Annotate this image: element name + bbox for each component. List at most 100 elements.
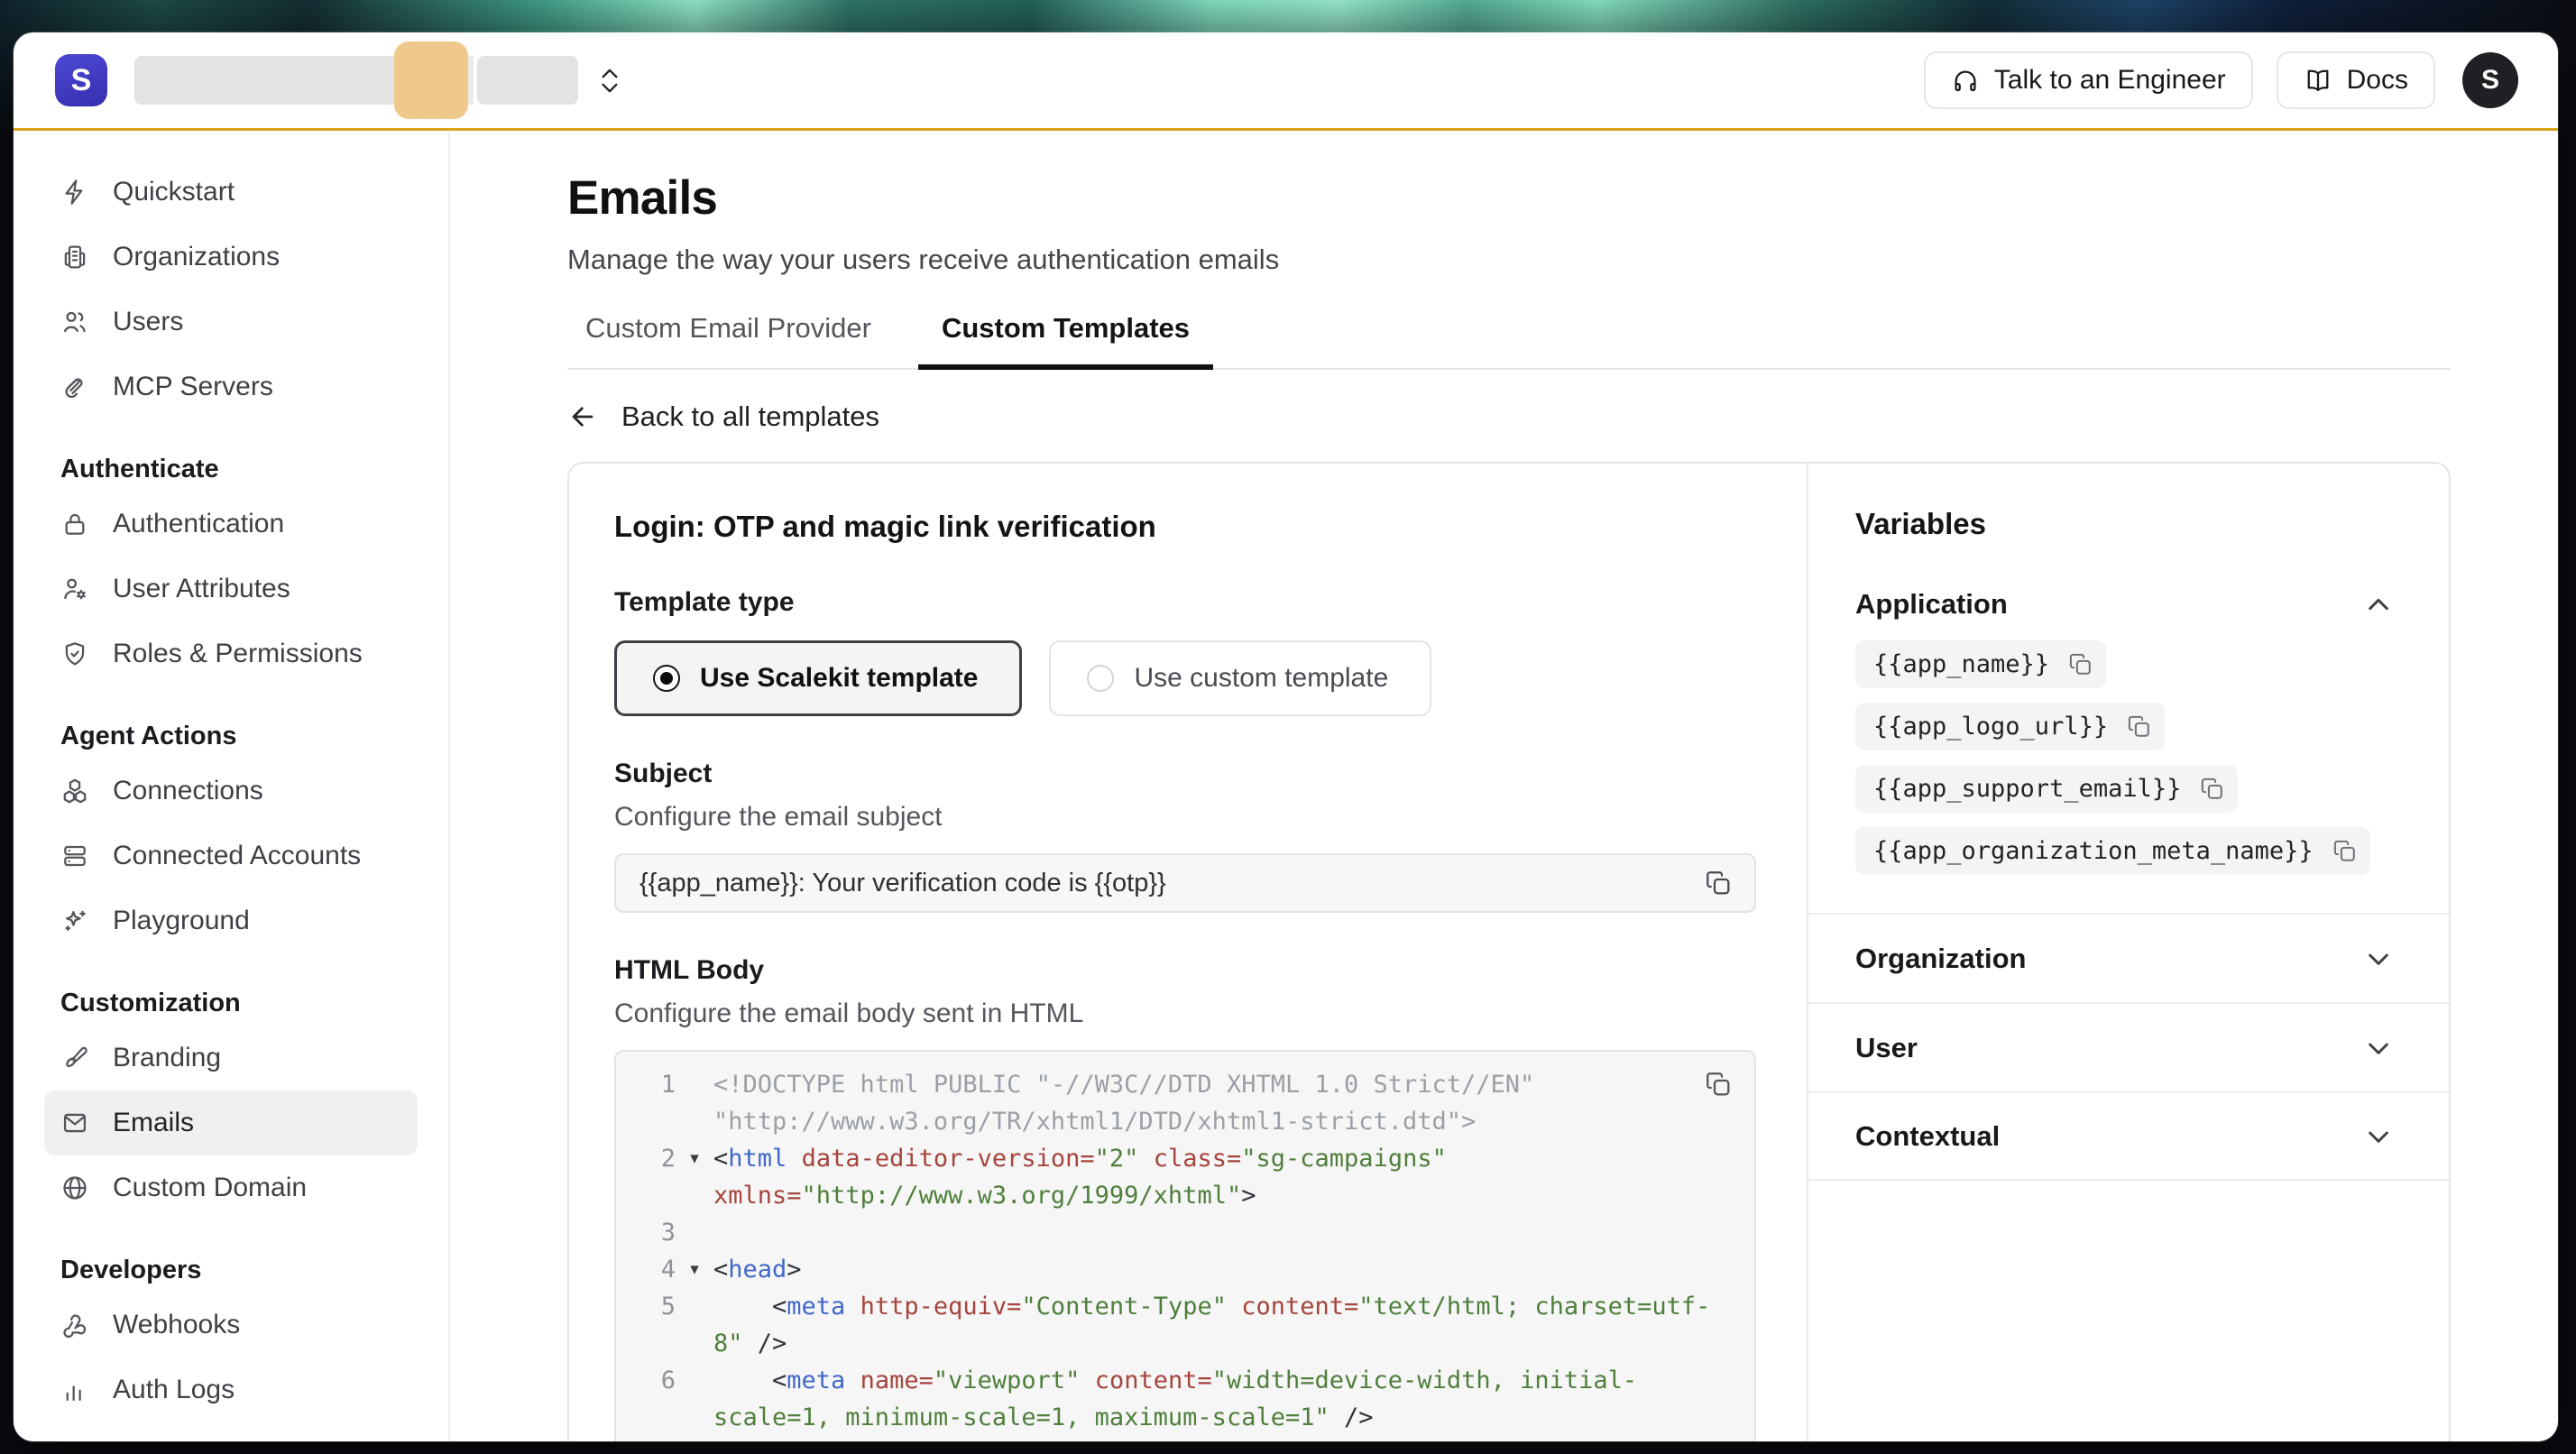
redacted-workspace-text [477, 56, 578, 105]
copy-variable-button[interactable] [2199, 776, 2225, 802]
sidebar-item-label: Connected Accounts [113, 841, 361, 871]
option-use-scalekit-template[interactable]: Use Scalekit template [614, 640, 1022, 716]
book-open-icon [2304, 66, 2332, 95]
code-text: "http://www.w3.org/TR/xhtml1/DTD/xhtml1-… [713, 1103, 1476, 1140]
copy-variable-button[interactable] [2126, 713, 2152, 740]
variable-text: {{app_support_email}} [1873, 775, 2181, 803]
sidebar-item-branding[interactable]: Branding [44, 1026, 418, 1090]
sidebar-item-mcp-servers[interactable]: MCP Servers [44, 354, 418, 419]
line-number [616, 1325, 676, 1362]
sidebar-item-custom-domain[interactable]: Custom Domain [44, 1155, 418, 1220]
sidebar-item-label: Organizations [113, 242, 280, 272]
code-line: 8" /> [616, 1325, 1754, 1362]
sidebar-item-emails[interactable]: Emails [44, 1090, 418, 1155]
sliders-icon [60, 1440, 89, 1441]
paintbrush-icon [60, 1044, 89, 1072]
sidebar-item-user-attributes[interactable]: User Attributes [44, 557, 418, 621]
tab-custom-templates[interactable]: Custom Templates [918, 312, 1213, 368]
sidebar-item-label: Quickstart [113, 177, 235, 207]
sidebar-item-organizations[interactable]: Organizations [44, 225, 418, 290]
variables-group-contextual[interactable]: Contextual [1808, 1091, 2449, 1181]
sidebar-item-connected-accounts[interactable]: Connected Accounts [44, 824, 418, 888]
docs-button[interactable]: Docs [2277, 51, 2435, 109]
lock-icon [60, 510, 89, 538]
sidebar-item-connections[interactable]: Connections [44, 759, 418, 824]
zap-icon [60, 178, 89, 207]
code-line: 5 <meta http-equiv="Content-Type" conten… [616, 1288, 1754, 1325]
sidebar-item-settings[interactable]: Settings [44, 1422, 418, 1441]
fold-marker-icon[interactable]: ▾ [676, 1251, 713, 1288]
group-label: Application [1855, 588, 2008, 621]
back-to-templates-link[interactable]: Back to all templates [567, 400, 2558, 433]
talk-to-engineer-label: Talk to an Engineer [1994, 65, 2226, 96]
template-form: Login: OTP and magic link verification T… [569, 464, 1807, 1441]
sidebar-item-webhooks[interactable]: Webhooks [44, 1293, 418, 1357]
sidebar-section-authenticate: Authenticate [14, 446, 448, 492]
chevron-up-icon [2364, 590, 2393, 619]
copy-subject-button[interactable] [1700, 865, 1736, 901]
logo-letter: S [71, 63, 92, 98]
back-link-label: Back to all templates [621, 400, 879, 433]
group-label: Contextual [1855, 1120, 2000, 1153]
subject-value: {{app_name}}: Your verification code is … [639, 869, 1700, 898]
variable-chip-app-logo-url[interactable]: {{app_logo_url}} [1855, 703, 2165, 750]
user-avatar[interactable]: S [2462, 52, 2518, 108]
code-line: 7 <!--[if !mso]><!--> [616, 1436, 1754, 1441]
code-line: 2▾<html data-editor-version="2" class="s… [616, 1140, 1754, 1177]
option-use-custom-template[interactable]: Use custom template [1049, 640, 1431, 716]
sidebar-item-label: MCP Servers [113, 372, 273, 402]
code-line: "http://www.w3.org/TR/xhtml1/DTD/xhtml1-… [616, 1103, 1754, 1140]
sidebar-item-playground[interactable]: Playground [44, 888, 418, 953]
code-text: <!--[if !mso]><!--> [713, 1436, 1051, 1441]
line-number: 7 [616, 1436, 676, 1441]
mail-icon [60, 1109, 89, 1137]
sidebar-item-authentication[interactable]: Authentication [44, 492, 418, 557]
sidebar-item-label: Connections [113, 776, 263, 806]
fold-gutter [676, 1362, 713, 1399]
option-label: Use Scalekit template [700, 663, 978, 694]
variables-group-application[interactable]: Application [1808, 575, 2449, 633]
line-number: 3 [616, 1214, 676, 1251]
sidebar-item-users[interactable]: Users [44, 290, 418, 354]
talk-to-engineer-button[interactable]: Talk to an Engineer [1924, 51, 2253, 109]
template-card: Login: OTP and magic link verification T… [567, 462, 2451, 1441]
tab-custom-email-provider[interactable]: Custom Email Provider [567, 312, 895, 368]
sidebar-item-quickstart[interactable]: Quickstart [44, 160, 418, 225]
copy-icon [2332, 838, 2358, 864]
template-type-label: Template type [614, 586, 1756, 619]
code-text: <html data-editor-version="2" class="sg-… [713, 1140, 1447, 1177]
shield-check-icon [60, 640, 89, 668]
chevron-down-icon [2364, 1034, 2393, 1063]
globe-icon [60, 1173, 89, 1202]
line-number: 5 [616, 1288, 676, 1325]
copy-variable-button[interactable] [2067, 651, 2093, 677]
subject-label: Subject [614, 758, 1756, 790]
copy-html-button[interactable] [1700, 1066, 1736, 1102]
code-text: <meta name="viewport" content="width=dev… [713, 1362, 1637, 1399]
sidebar-item-label: Roles & Permissions [113, 639, 363, 669]
sidebar-item-label: User Attributes [113, 574, 290, 604]
html-code-editor[interactable]: 1<!DOCTYPE html PUBLIC "-//W3C//DTD XHTM… [614, 1050, 1756, 1441]
sidebar-item-roles-permissions[interactable]: Roles & Permissions [44, 621, 418, 686]
sidebar-item-auth-logs[interactable]: Auth Logs [44, 1357, 418, 1422]
users-icon [60, 308, 89, 336]
workspace-switcher[interactable] [134, 56, 578, 105]
subject-input[interactable]: {{app_name}}: Your verification code is … [614, 853, 1756, 913]
headphones-icon [1951, 66, 1980, 95]
group-label: Organization [1855, 943, 2026, 975]
variables-group-organization[interactable]: Organization [1808, 913, 2449, 1002]
page-subtitle: Manage the way your users receive authen… [567, 244, 2558, 276]
fold-marker-icon[interactable]: ▾ [676, 1140, 713, 1177]
sidebar-item-label: Webhooks [113, 1310, 240, 1340]
fold-gutter [676, 1177, 713, 1214]
variable-chip-app-support-email[interactable]: {{app_support_email}} [1855, 765, 2238, 813]
copy-variable-button[interactable] [2332, 838, 2358, 864]
variable-chip-app-organization-meta-name[interactable]: {{app_organization_meta_name}} [1855, 827, 2370, 875]
chevron-down-icon [600, 82, 620, 94]
sidebar-item-label: Settings [113, 1440, 210, 1441]
variable-chip-app-name[interactable]: {{app_name}} [1855, 640, 2106, 688]
variable-text: {{app_name}} [1873, 650, 2049, 678]
sidebar-item-label: Users [113, 307, 183, 337]
workspace-switcher-chevrons[interactable] [600, 68, 620, 94]
variables-group-user[interactable]: User [1808, 1002, 2449, 1091]
